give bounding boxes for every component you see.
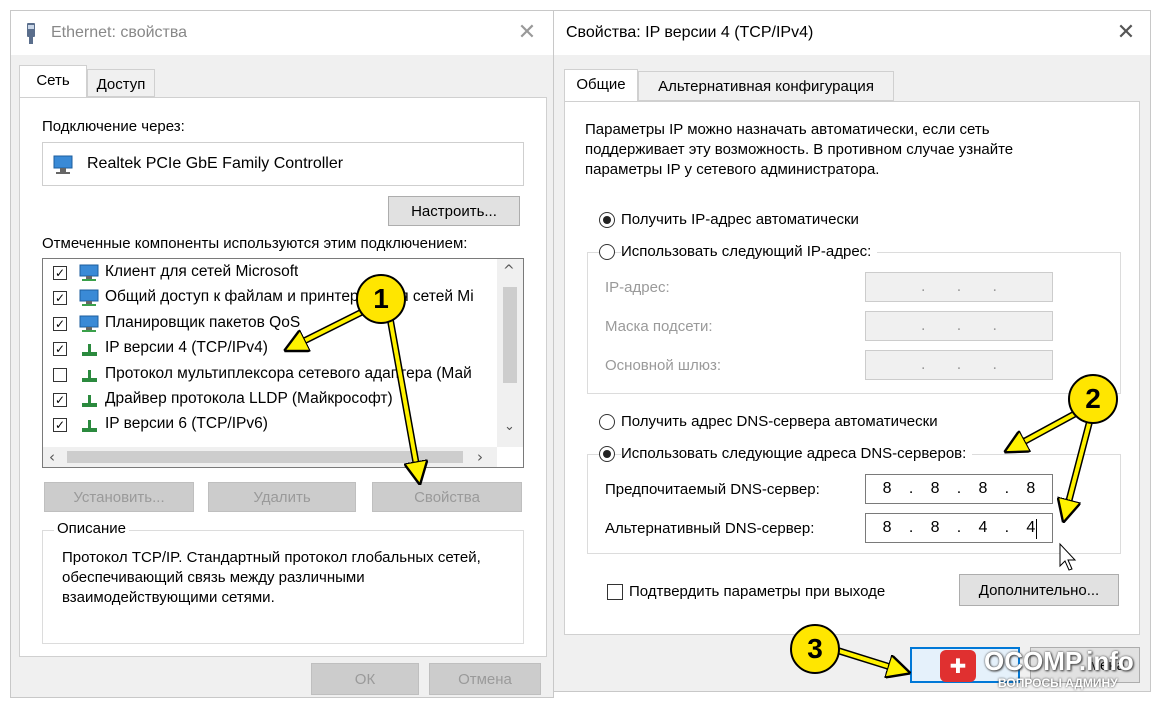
annotation-badge-1: 1 <box>356 274 406 324</box>
arrow-3 <box>834 648 900 670</box>
arrow-2b <box>1066 418 1092 512</box>
arrow-1a <box>294 306 372 346</box>
annotation-badge-2: 2 <box>1068 374 1118 424</box>
arrow-1b <box>388 316 418 474</box>
annotation-badge-3: 3 <box>790 624 840 674</box>
arrow-2a <box>1014 408 1084 447</box>
mouse-cursor-icon <box>1059 542 1077 571</box>
annotation-arrows <box>0 304 1094 704</box>
